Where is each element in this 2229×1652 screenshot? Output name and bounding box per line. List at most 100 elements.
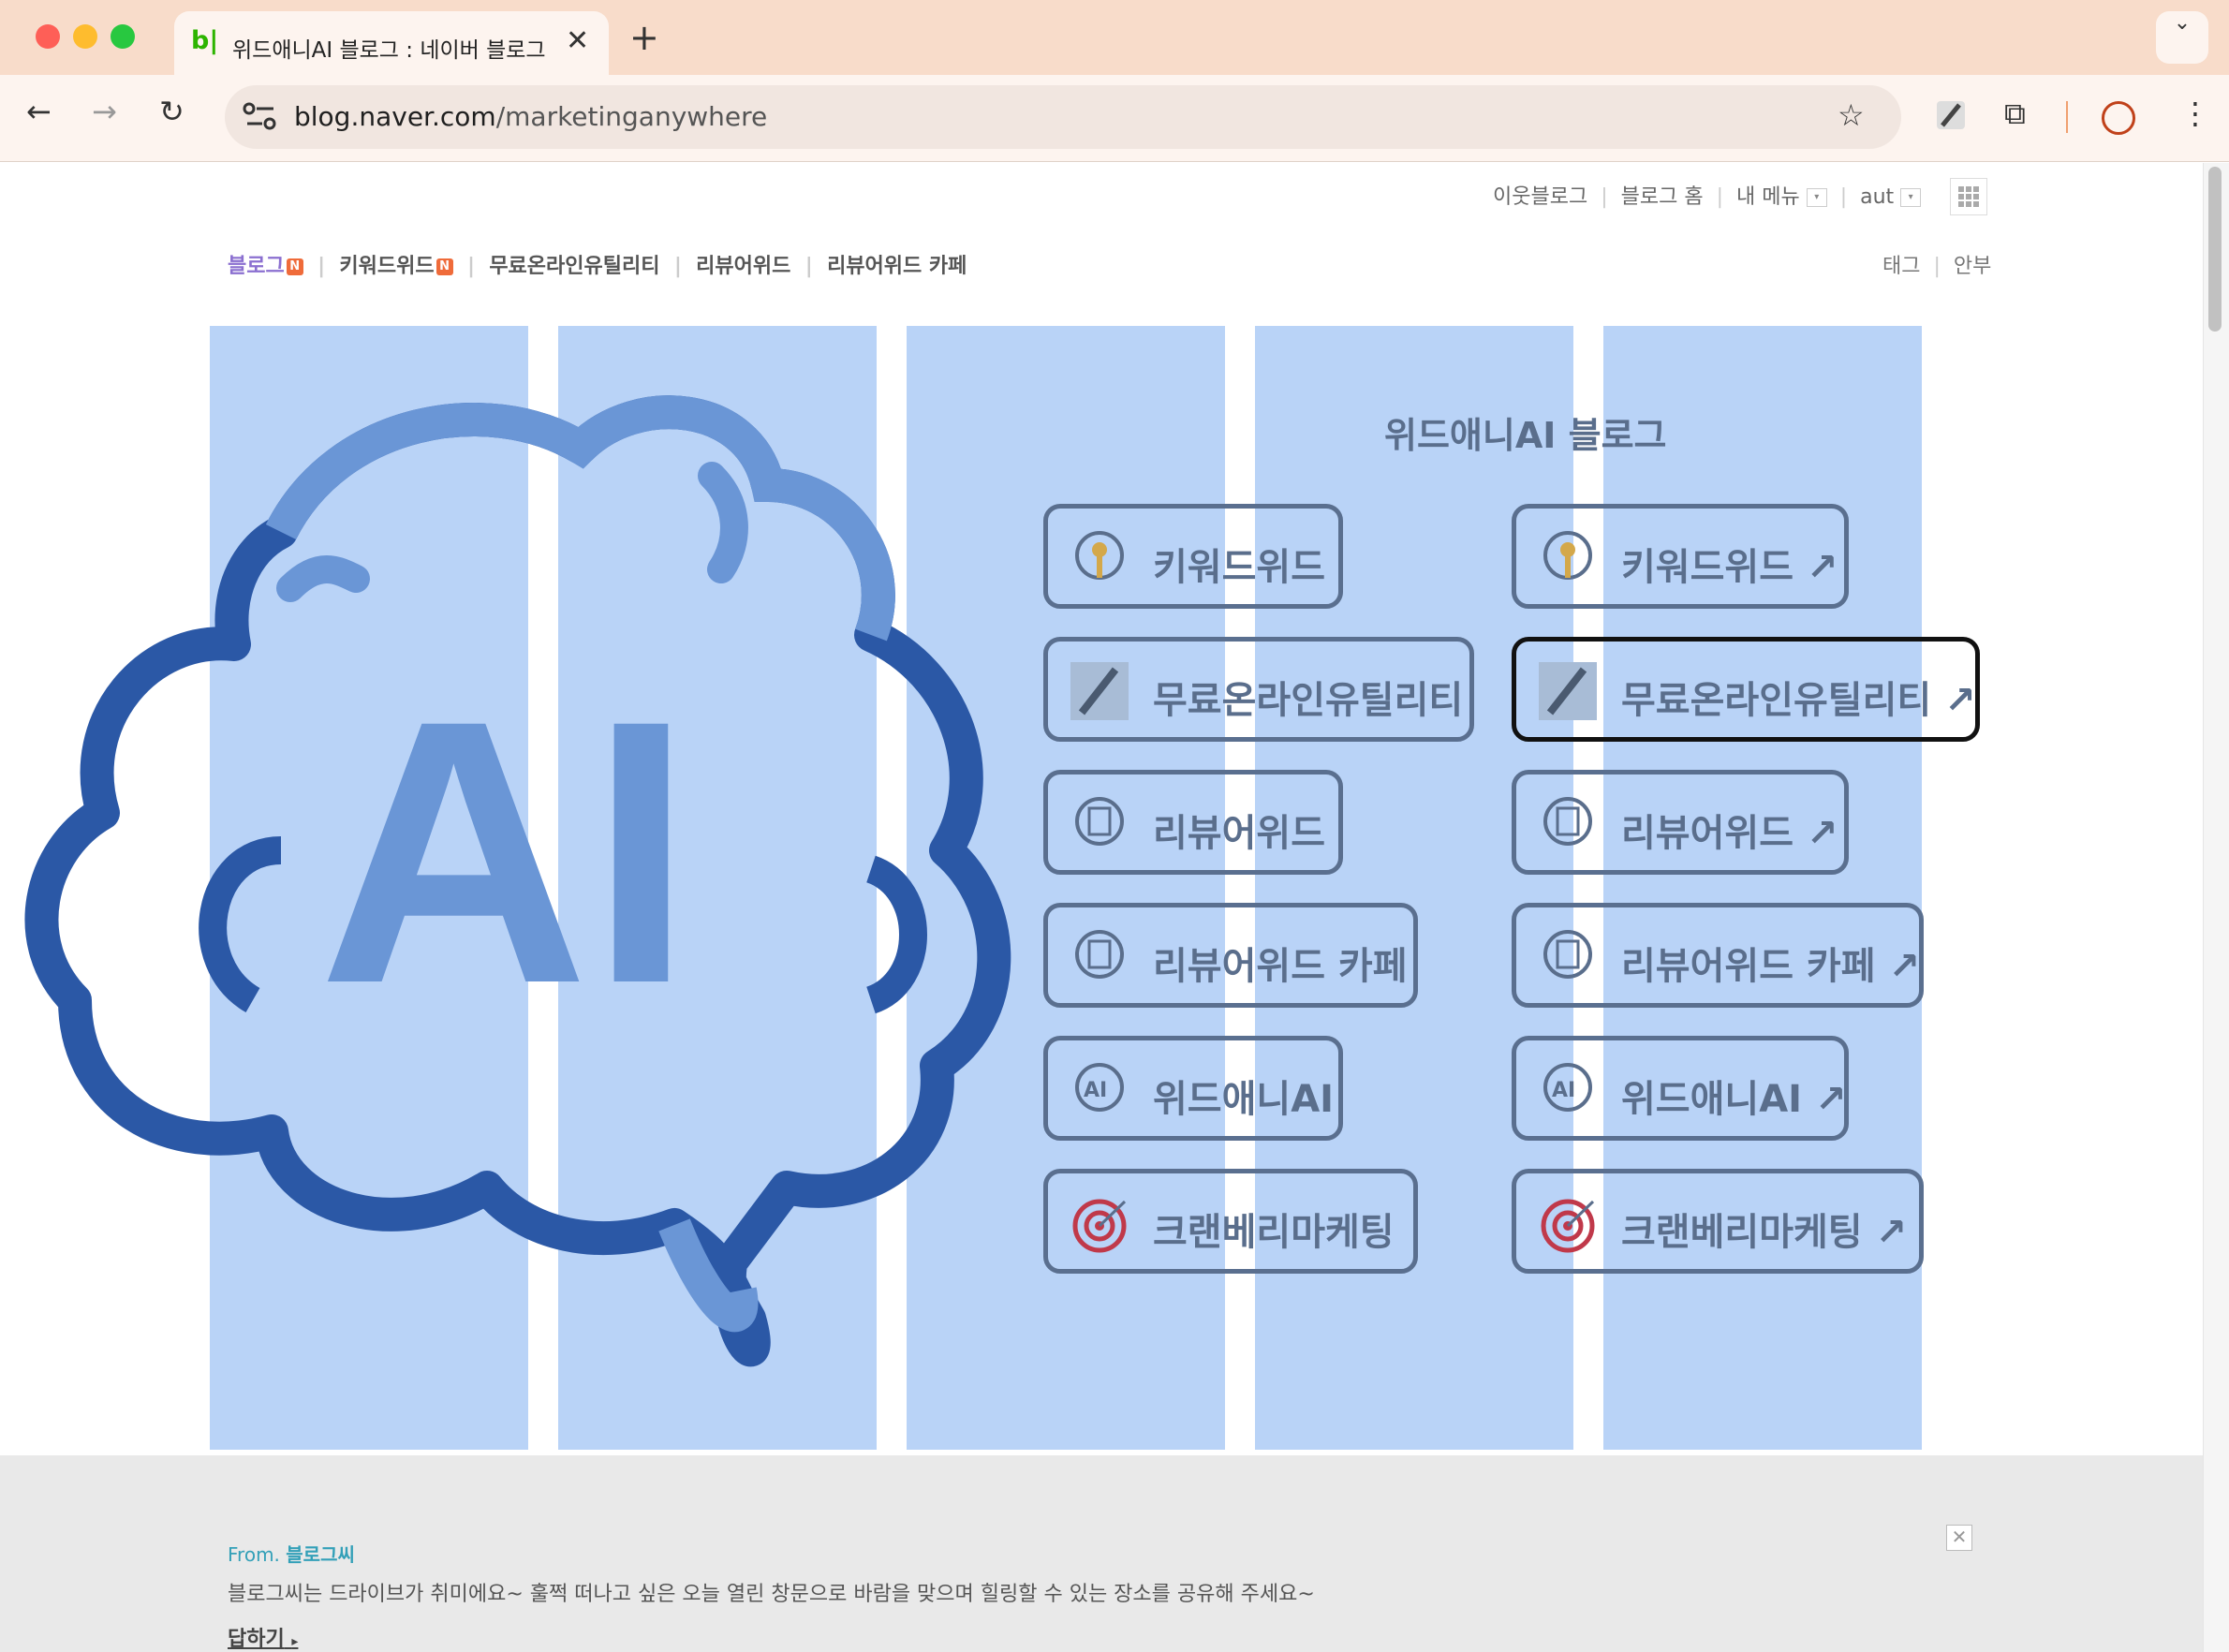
apps-grid-icon[interactable]: [1950, 178, 1987, 215]
button-label: 리뷰어위드 카페 ↗: [1621, 945, 1920, 988]
button-label: 무료온라인유틸리티: [1153, 679, 1464, 722]
from-name[interactable]: 블로그씨: [286, 1543, 355, 1566]
tab-title: 위드애니AI 블로그 : 네이버 블로그: [232, 38, 546, 63]
blog-header-image: AI 위드애니AI 블로그 키워드위드 무료온라인유틸리티 리뷰어위드 리뷰어위…: [0, 326, 2203, 1450]
overlay-column: [1603, 326, 1922, 1450]
reviewerwith-cafe-button[interactable]: 리뷰어위드 카페: [1043, 903, 1418, 1008]
menu-item-free-utility[interactable]: 무료온라인유틸리티: [489, 255, 659, 278]
banner-text: 블로그씨는 드라이브가 취미에요~ 훌쩍 떠나고 싶은 오늘 열린 창문으로 바…: [228, 1583, 1315, 1606]
wrench-icon: [1539, 662, 1597, 720]
button-label: 리뷰어위드: [1153, 812, 1325, 855]
withanyai-link-button[interactable]: AI 위드애니AI ↗: [1512, 1036, 1849, 1141]
blog-home-link[interactable]: 블로그 홈: [1621, 185, 1704, 209]
divider: |: [1709, 185, 1736, 209]
button-label: 위드애니AI: [1153, 1078, 1335, 1121]
reviewerwith-link-button[interactable]: 리뷰어위드 ↗: [1512, 770, 1849, 875]
close-window-button[interactable]: [36, 24, 60, 49]
from-label: From.: [228, 1543, 280, 1566]
tab-search-chevron-icon[interactable]: ⌄: [2156, 11, 2208, 64]
page-scrollbar[interactable]: [2203, 163, 2229, 1652]
overlay-column: [1255, 326, 1573, 1450]
blog-menu: 블로그 N | 키워드위드 N | 무료온라인유틸리티 | 리뷰어위드 | 리뷰어위…: [228, 249, 967, 279]
document-brain-icon: [1075, 930, 1124, 979]
new-badge: N: [286, 258, 303, 275]
profile-avatar-icon[interactable]: [2102, 101, 2135, 135]
guestbook-link[interactable]: 안부: [1954, 255, 1991, 278]
url-text[interactable]: blog.naver.com/marketinganywhere: [294, 101, 767, 132]
url-path: /marketinganywhere: [495, 101, 768, 132]
ai-brain-logo-icon: AI: [24, 395, 1011, 1367]
back-arrow-icon[interactable]: ←: [26, 94, 52, 129]
reviewerwith-button[interactable]: 리뷰어위드: [1043, 770, 1343, 875]
menu-item-keywordwith[interactable]: 키워드위드: [339, 255, 434, 278]
divider: |: [1594, 185, 1621, 209]
pen-extension-icon[interactable]: [1935, 99, 1967, 131]
target-icon: [1541, 1199, 1595, 1253]
site-settings-icon[interactable]: [242, 99, 279, 133]
reload-icon[interactable]: ↻: [159, 94, 185, 129]
keywordwith-button[interactable]: 키워드위드: [1043, 504, 1343, 609]
button-label: 위드애니AI ↗: [1621, 1078, 1847, 1121]
divider: |: [310, 255, 340, 278]
toolbar-divider: [2066, 101, 2068, 133]
tab-close-icon[interactable]: ✕: [566, 24, 589, 57]
menu-item-blog[interactable]: 블로그: [228, 255, 285, 278]
document-brain-icon: [1543, 930, 1592, 979]
ai-brain-icon: AI: [1075, 1063, 1124, 1112]
key-brain-icon: [1075, 531, 1124, 580]
new-badge: N: [435, 258, 453, 275]
svg-text:AI: AI: [1084, 1079, 1107, 1102]
button-label: 크랜베리마케팅 ↗: [1621, 1211, 1908, 1254]
button-label: 리뷰어위드 ↗: [1621, 812, 1838, 855]
minimize-window-button[interactable]: [73, 24, 97, 49]
zoom-window-button[interactable]: [111, 24, 135, 49]
user-id-link[interactable]: aut: [1860, 185, 1894, 209]
menu-item-reviewerwith-cafe[interactable]: 리뷰어위드 카페: [827, 255, 967, 278]
my-menu-link[interactable]: 내 메뉴: [1736, 185, 1800, 209]
button-label: 키워드위드 ↗: [1621, 546, 1838, 589]
cranberry-marketing-button[interactable]: 크랜베리마케팅: [1043, 1169, 1418, 1274]
free-utility-link-button[interactable]: 무료온라인유틸리티 ↗: [1512, 637, 1980, 742]
menu-item-reviewerwith[interactable]: 리뷰어위드: [696, 255, 790, 278]
key-brain-icon: [1543, 531, 1592, 580]
button-label: 크랜베리마케팅: [1153, 1211, 1395, 1254]
reviewerwith-cafe-link-button[interactable]: 리뷰어위드 카페 ↗: [1512, 903, 1924, 1008]
reply-link[interactable]: 답하기 ▸: [228, 1622, 298, 1652]
free-utility-button[interactable]: 무료온라인유틸리티: [1043, 637, 1474, 742]
document-brain-icon: [1543, 797, 1592, 846]
reply-label: 답하기: [228, 1628, 285, 1651]
divider: |: [1926, 255, 1954, 278]
header-title: 위드애니AI 블로그: [1384, 415, 1667, 456]
banner-from: From. 블로그씨: [228, 1540, 355, 1567]
new-tab-button[interactable]: +: [629, 17, 659, 58]
extensions-puzzle-icon[interactable]: ⧉: [2004, 96, 2026, 132]
button-label: 무료온라인유틸리티 ↗: [1621, 679, 1976, 722]
url-host: blog.naver.com: [294, 101, 496, 132]
bookmark-star-icon[interactable]: ☆: [1838, 97, 1865, 133]
caret-right-icon: ▸: [291, 1634, 299, 1649]
scrollbar-thumb[interactable]: [2208, 167, 2222, 332]
banner-close-icon[interactable]: ✕: [1946, 1525, 1972, 1551]
ai-brain-icon: AI: [1543, 1063, 1592, 1112]
divider: |: [1833, 185, 1861, 209]
my-menu-dropdown-icon[interactable]: ▾: [1806, 188, 1827, 207]
svg-text:AI: AI: [1552, 1079, 1575, 1102]
browser-menu-icon[interactable]: ⋮: [2180, 96, 2210, 131]
forward-arrow-icon[interactable]: →: [92, 94, 117, 129]
wrench-icon: [1070, 662, 1129, 720]
withanyai-button[interactable]: AI 위드애니AI: [1043, 1036, 1343, 1141]
neighbor-blog-link[interactable]: 이웃블로그: [1493, 185, 1587, 209]
keywordwith-link-button[interactable]: 키워드위드 ↗: [1512, 504, 1849, 609]
document-brain-icon: [1075, 797, 1124, 846]
divider: |: [798, 255, 828, 278]
button-label: 키워드위드: [1153, 546, 1325, 589]
logo-ai-text: AI: [318, 642, 693, 1061]
target-icon: [1072, 1199, 1127, 1253]
divider: |: [667, 255, 697, 278]
divider: |: [460, 255, 490, 278]
browser-tab[interactable]: b| 위드애니AI 블로그 : 네이버 블로그 ✕: [174, 11, 609, 75]
user-dropdown-icon[interactable]: ▾: [1900, 188, 1922, 207]
cranberry-marketing-link-button[interactable]: 크랜베리마케팅 ↗: [1512, 1169, 1924, 1274]
blog-side-links: 태그 | 안부: [1882, 249, 1991, 279]
tag-link[interactable]: 태그: [1882, 255, 1920, 278]
